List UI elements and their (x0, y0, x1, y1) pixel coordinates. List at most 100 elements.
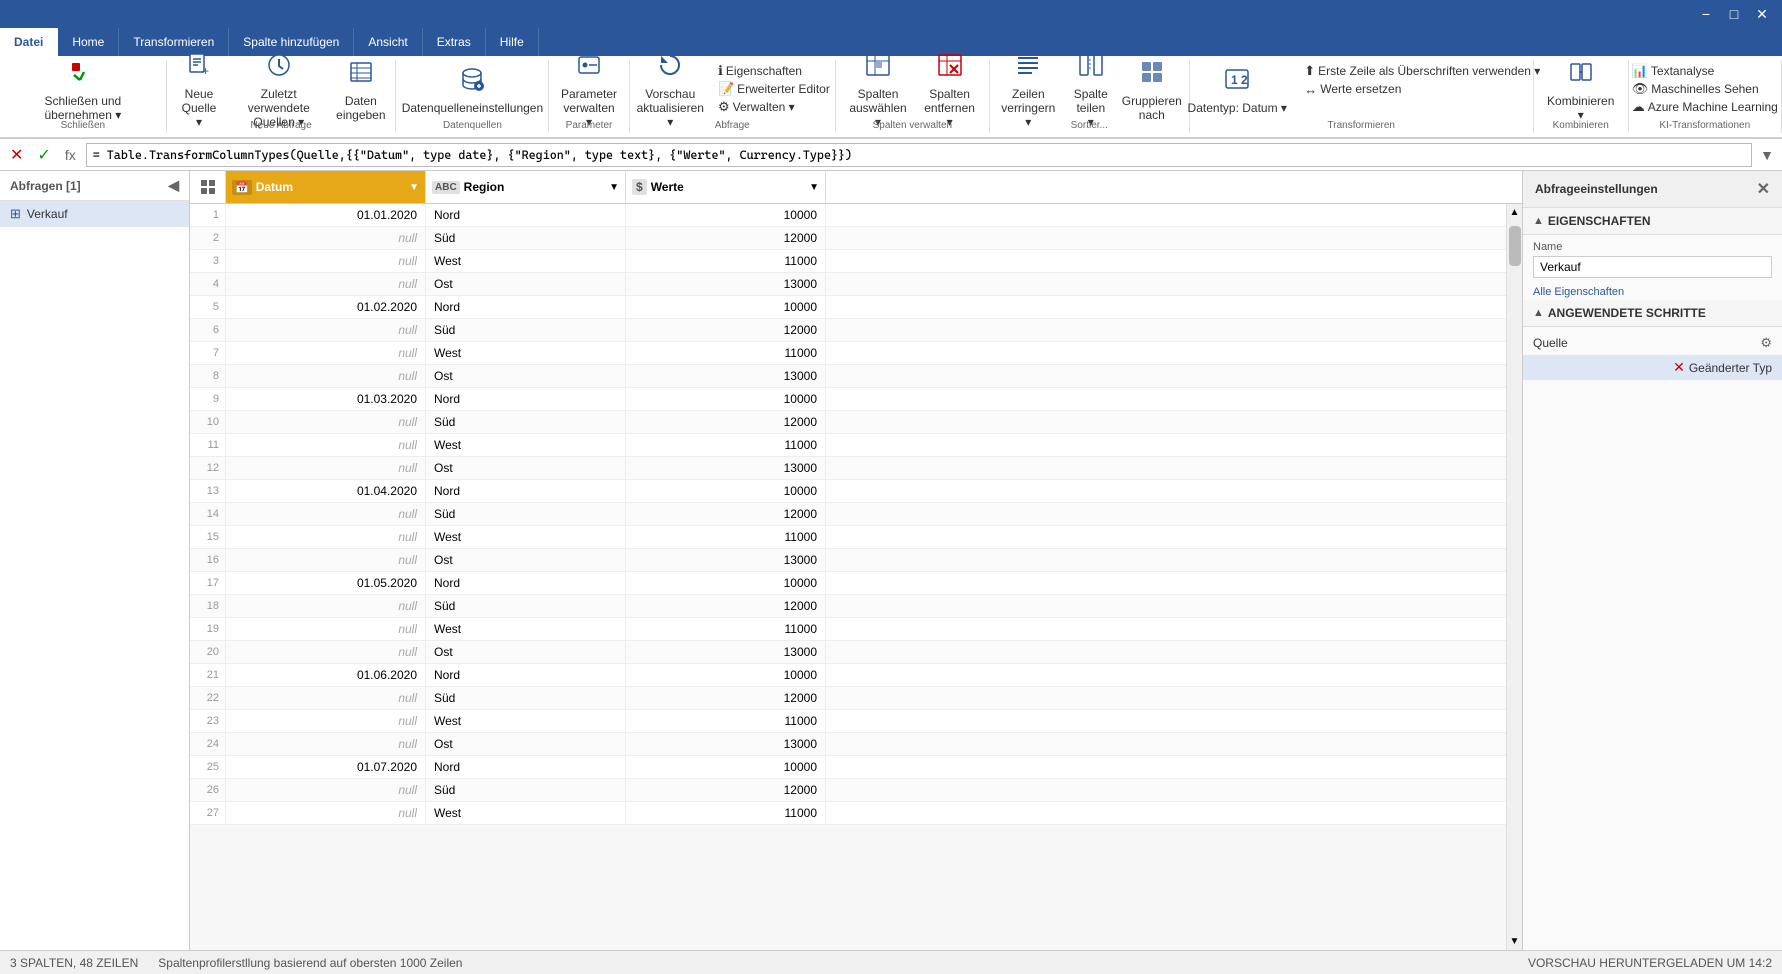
table-row[interactable]: 8nullOst13000 (190, 365, 1506, 388)
tab-extras[interactable]: Extras (423, 28, 486, 56)
col-header-region[interactable]: ABC Region ▼ (426, 171, 626, 203)
table-row[interactable]: 24nullOst13000 (190, 733, 1506, 756)
spalte-teilen-button[interactable]: Spalteteilen ▾ (1066, 62, 1115, 118)
tab-ansicht[interactable]: Ansicht (354, 28, 422, 56)
region-dropdown[interactable]: ▼ (609, 182, 619, 193)
right-panel-close-button[interactable]: ✕ (1757, 179, 1770, 199)
query-item-verkauf[interactable]: ⊞ Verkauf (0, 201, 189, 227)
zeilen-verringern-button[interactable]: Zeilenverringern ▾ (992, 62, 1064, 118)
table-row[interactable]: 14nullSüd12000 (190, 503, 1506, 526)
cell-datum: 01.01.2020 (226, 204, 426, 226)
table-row[interactable]: 4nullOst13000 (190, 273, 1506, 296)
table-row[interactable]: 23nullWest11000 (190, 710, 1506, 733)
cell-werte: 12000 (626, 595, 826, 617)
tab-home[interactable]: Home (58, 28, 119, 56)
cell-datum: 01.04.2020 (226, 480, 426, 502)
section-eigenschaften[interactable]: ▲ EIGENSCHAFTEN (1523, 208, 1782, 235)
group-spalten-verwalten: Spaltenauswählen ▾ Spaltenentfernen ▾ Sp… (836, 60, 990, 133)
textanalyse-icon: 📊 (1632, 63, 1648, 79)
step-geaenderter-typ[interactable]: ✕ Geänderter Typ (1523, 355, 1782, 380)
gruppieren-nach-button[interactable]: Gruppierennach (1117, 62, 1186, 118)
parameter-verwalten-button[interactable]: Parameterverwalten ▾ (554, 62, 624, 118)
spalten-auswaehlen-button[interactable]: Spaltenauswählen ▾ (842, 62, 914, 118)
schliessen-uebernehmen-button[interactable]: Schließen und übernehmen ▾ (6, 62, 160, 118)
parameter-icon (575, 51, 603, 85)
table-row[interactable]: 18nullSüd12000 (190, 595, 1506, 618)
scroll-track[interactable] (1507, 221, 1522, 933)
cell-datum: null (226, 687, 426, 709)
scroll-thumb[interactable] (1509, 226, 1521, 266)
kombinieren-button[interactable]: Kombinieren ▾ (1540, 62, 1622, 118)
cell-datum: null (226, 457, 426, 479)
table-row[interactable]: 12nullOst13000 (190, 457, 1506, 480)
table-row[interactable]: 2501.07.2020Nord10000 (190, 756, 1506, 779)
daten-eingeben-button[interactable]: Dateneingeben (332, 62, 389, 118)
table-row[interactable]: 26nullSüd12000 (190, 779, 1506, 802)
step-quelle-gear[interactable]: ⚙ (1760, 335, 1772, 351)
table-row[interactable]: 901.03.2020Nord10000 (190, 388, 1506, 411)
row-number: 7 (190, 342, 226, 364)
table-row[interactable]: 15nullWest11000 (190, 526, 1506, 549)
scroll-down-arrow[interactable]: ▼ (1507, 933, 1522, 950)
maschinelles-sehen-button[interactable]: 👁 Maschinelles Sehen (1627, 80, 1782, 98)
tab-hilfe[interactable]: Hilfe (486, 28, 539, 56)
werte-dropdown[interactable]: ▼ (809, 182, 819, 193)
col-header-datum[interactable]: 📅 Datum ▼ (226, 171, 426, 203)
erweiterter-editor-button[interactable]: 📝 Erweiterter Editor (713, 80, 835, 98)
table-row[interactable]: 2nullSüd12000 (190, 227, 1506, 250)
step-delete-icon[interactable]: ✕ (1673, 359, 1685, 376)
right-panel-title: Abfrageeinstellungen (1535, 182, 1658, 196)
table-row[interactable]: 20nullOst13000 (190, 641, 1506, 664)
datum-dropdown[interactable]: ▼ (409, 182, 419, 193)
formula-expand-button[interactable]: ▼ (1758, 145, 1776, 165)
maximize-button[interactable]: □ (1722, 4, 1746, 24)
tab-datei[interactable]: Datei (0, 28, 58, 56)
textanalyse-button[interactable]: 📊 Textanalyse (1627, 62, 1782, 80)
table-row[interactable]: 3nullWest11000 (190, 250, 1506, 273)
table-row[interactable]: 22nullSüd12000 (190, 687, 1506, 710)
formula-cancel-button[interactable]: ✕ (6, 143, 27, 167)
table-row[interactable]: 10nullSüd12000 (190, 411, 1506, 434)
close-button[interactable]: ✕ (1750, 4, 1774, 24)
table-row[interactable]: 2101.06.2020Nord10000 (190, 664, 1506, 687)
eigenschaften-label: EIGENSCHAFTEN (1548, 214, 1651, 228)
vertical-scrollbar[interactable]: ▲ ▼ (1506, 204, 1522, 950)
minimize-button[interactable]: − (1694, 4, 1718, 24)
datenquelleneinstellungen-button[interactable]: Datenquelleneinstellungen (395, 62, 550, 118)
cell-region: Nord (426, 756, 626, 778)
col-header-werte[interactable]: $ Werte ▼ (626, 171, 826, 203)
section-schritte[interactable]: ▲ ANGEWENDETE SCHRITTE (1523, 300, 1782, 327)
formula-input[interactable] (86, 143, 1752, 167)
table-row[interactable]: 6nullSüd12000 (190, 319, 1506, 342)
cell-werte: 10000 (626, 756, 826, 778)
name-input[interactable] (1533, 256, 1772, 278)
cell-region: Ost (426, 273, 626, 295)
neue-quelle-button[interactable]: + NeueQuelle ▾ (173, 62, 226, 118)
erste-zeile-button[interactable]: ⬆ Erste Zeile als Überschriften verwende… (1299, 62, 1545, 80)
table-row[interactable]: 16nullOst13000 (190, 549, 1506, 572)
grid-body[interactable]: 101.01.2020Nord100002nullSüd120003nullWe… (190, 204, 1506, 950)
table-row[interactable]: 11nullWest11000 (190, 434, 1506, 457)
zuletzt-verwendete-button[interactable]: Zuletzt verwendeteQuellen ▾ (227, 62, 330, 118)
table-row[interactable]: 27nullWest11000 (190, 802, 1506, 825)
spalten-entfernen-button[interactable]: Spaltenentfernen ▾ (916, 62, 983, 118)
vorschau-aktualisieren-button[interactable]: Vorschauaktualisieren ▾ (630, 62, 711, 118)
table-row[interactable]: 7nullWest11000 (190, 342, 1506, 365)
formula-confirm-button[interactable]: ✓ (33, 143, 54, 167)
azure-ml-button[interactable]: ☁ Azure Machine Learning (1627, 98, 1782, 116)
eigenschaften-button[interactable]: ℹ Eigenschaften (713, 62, 835, 80)
table-row[interactable]: 19nullWest11000 (190, 618, 1506, 641)
cell-werte: 10000 (626, 296, 826, 318)
verwalten-button[interactable]: ⚙ Verwalten ▾ (713, 98, 835, 116)
row-number: 22 (190, 687, 226, 709)
table-row[interactable]: 101.01.2020Nord10000 (190, 204, 1506, 227)
scroll-up-arrow[interactable]: ▲ (1507, 204, 1522, 221)
datentyp-button[interactable]: 1 2 Datentyp: Datum ▾ (1177, 62, 1297, 118)
table-row[interactable]: 1301.04.2020Nord10000 (190, 480, 1506, 503)
alle-eigenschaften-link[interactable]: Alle Eigenschaften (1523, 284, 1782, 300)
queries-collapse-button[interactable]: ◀ (168, 177, 179, 194)
step-quelle[interactable]: Quelle ⚙ (1523, 331, 1782, 355)
table-row[interactable]: 1701.05.2020Nord10000 (190, 572, 1506, 595)
table-row[interactable]: 501.02.2020Nord10000 (190, 296, 1506, 319)
werte-ersetzen-button[interactable]: ↔ Werte ersetzen (1299, 80, 1545, 98)
